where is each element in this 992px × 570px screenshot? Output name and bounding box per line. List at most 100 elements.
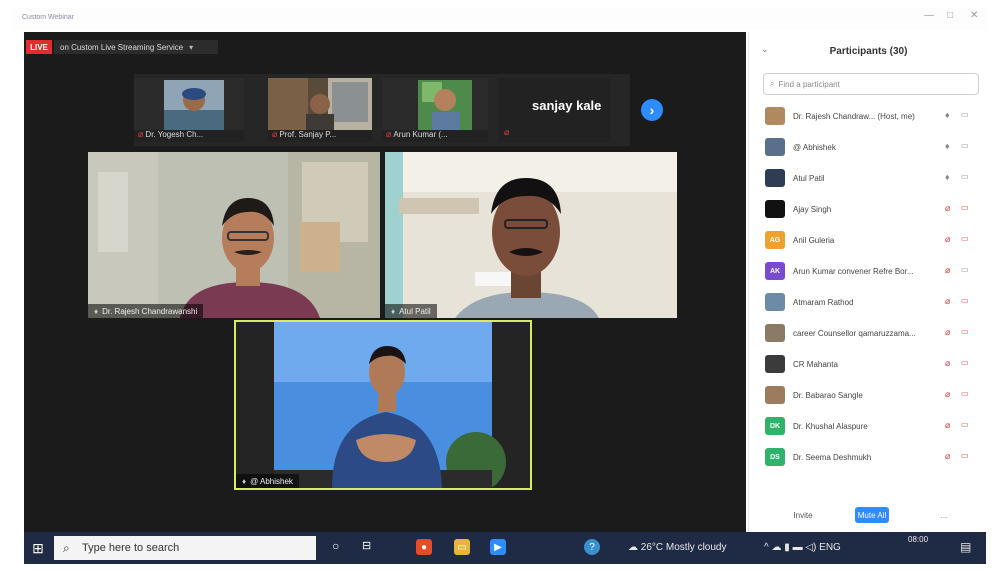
participant-name: @ Abhishek bbox=[793, 143, 836, 152]
video-icon[interactable]: ▭ bbox=[961, 110, 969, 119]
video-tile-name: ♦ Dr. Rajesh Chandrawanshi bbox=[88, 304, 204, 318]
avatar bbox=[765, 386, 785, 404]
video-icon[interactable]: ▭ bbox=[961, 172, 969, 181]
mute-all-button[interactable]: Mute All bbox=[855, 507, 889, 523]
video-off-icon[interactable]: ▭ bbox=[961, 234, 969, 243]
mic-muted-icon[interactable]: ⌀ bbox=[945, 389, 950, 400]
participant-name-display: sanjay kale bbox=[532, 98, 602, 113]
participant-row[interactable]: @ Abhishek ♦ ▭ bbox=[749, 131, 988, 162]
avatar bbox=[765, 200, 785, 218]
search-icon: ⌕ bbox=[770, 79, 775, 88]
help-icon[interactable]: ? bbox=[584, 539, 600, 555]
video-off-icon[interactable]: ▭ bbox=[961, 358, 969, 367]
participant-row[interactable]: Atul Patil ♦ ▭ bbox=[749, 162, 988, 193]
avatar bbox=[765, 355, 785, 373]
next-page-button[interactable]: › bbox=[641, 99, 663, 121]
invite-button[interactable]: Invite bbox=[787, 507, 819, 523]
thumbnail-tile[interactable]: ⌀ Arun Kumar (... bbox=[382, 78, 488, 142]
video-off-icon[interactable]: ▭ bbox=[961, 327, 969, 336]
avatar bbox=[765, 293, 785, 311]
participant-list: Dr. Rajesh Chandraw... (Host, me) ♦ ▭ @ Abh… bbox=[749, 100, 988, 500]
avatar: DS bbox=[765, 448, 785, 466]
file-explorer-icon[interactable]: ▭ bbox=[454, 539, 470, 555]
notifications-icon[interactable]: ▤ bbox=[960, 540, 971, 554]
avatar: AG bbox=[765, 231, 785, 249]
chrome-icon[interactable]: ● bbox=[416, 539, 432, 555]
mic-muted-icon[interactable]: ⌀ bbox=[945, 327, 950, 338]
thumbnail-tile[interactable]: ⌀ Dr. Yogesh Ch... bbox=[134, 78, 244, 142]
windows-taskbar: ⊞ ⌕ Type here to search ○ ⊟ ● ▭ ▶ ? ☁ 26… bbox=[24, 532, 986, 564]
search-icon: ⌕ bbox=[63, 541, 70, 555]
video-icon[interactable]: ▭ bbox=[961, 265, 969, 274]
mic-muted-icon: ⌀ bbox=[386, 129, 392, 139]
video-off-icon[interactable]: ▭ bbox=[961, 420, 969, 429]
volume-icon: ◁) bbox=[805, 542, 817, 553]
mic-icon: ♦ bbox=[242, 476, 247, 486]
video-off-icon[interactable]: ▭ bbox=[961, 203, 969, 212]
participant-row[interactable]: DS Dr. Seema Deshmukh ⌀ ▭ bbox=[749, 441, 988, 472]
participant-row[interactable]: career Counsellor qamaruzzama... ⌀ ▭ bbox=[749, 317, 988, 348]
clock[interactable]: 08:00 bbox=[908, 535, 928, 544]
tray-icons[interactable]: ^ ☁ ▮ ▬ ◁) ENG bbox=[764, 542, 841, 553]
mic-muted-icon[interactable]: ⌀ bbox=[945, 451, 950, 462]
participant-name: Atmaram Rathod bbox=[793, 298, 854, 307]
mic-icon[interactable]: ♦ bbox=[945, 172, 950, 182]
participant-row[interactable]: AK Arun Kumar convener Refre Bor... ⌀ ▭ bbox=[749, 255, 988, 286]
cloud-icon: ☁ bbox=[628, 542, 638, 553]
participant-name: Dr. Rajesh Chandraw... (Host, me) bbox=[793, 112, 915, 121]
participant-row[interactable]: AG Anil Guleria ⌀ ▭ bbox=[749, 224, 988, 255]
mic-muted-icon: ⌀ bbox=[272, 129, 278, 139]
avatar: DK bbox=[765, 417, 785, 435]
active-speaker-tile[interactable]: ♦ @ Abhishek bbox=[234, 320, 532, 490]
wifi-icon: ▬ bbox=[792, 542, 803, 553]
participant-row[interactable]: Atmaram Rathod ⌀ ▭ bbox=[749, 286, 988, 317]
video-off-icon[interactable]: ▭ bbox=[961, 296, 969, 305]
participant-name: ⌀ Prof. Sanjay P... bbox=[272, 129, 337, 139]
video-tile[interactable]: ♦ Dr. Rajesh Chandrawanshi bbox=[88, 152, 380, 318]
mic-muted-icon[interactable]: ⌀ bbox=[945, 203, 950, 214]
more-button[interactable]: ... bbox=[935, 507, 953, 523]
participant-video bbox=[236, 322, 530, 488]
mic-icon[interactable]: ♦ bbox=[945, 141, 950, 151]
mic-icon: ♦ bbox=[391, 306, 396, 316]
zoom-icon[interactable]: ▶ bbox=[490, 539, 506, 555]
participant-name: Ajay Singh bbox=[793, 205, 832, 214]
mic-muted-icon[interactable]: ⌀ bbox=[945, 265, 950, 276]
mic-muted-icon[interactable]: ⌀ bbox=[945, 358, 950, 369]
weather-widget[interactable]: ☁ 26°C Mostly cloudy bbox=[628, 542, 726, 553]
mic-muted-icon[interactable]: ⌀ bbox=[945, 420, 950, 431]
mic-icon[interactable]: ♦ bbox=[945, 110, 950, 120]
participant-row[interactable]: DK Dr. Khushal Alaspure ⌀ ▭ bbox=[749, 410, 988, 441]
close-icon[interactable]: ✕ bbox=[970, 10, 978, 21]
thumbnail-tile[interactable]: ⌀ Prof. Sanjay P... bbox=[268, 78, 372, 142]
minimize-icon[interactable]: — bbox=[924, 10, 934, 21]
thumbnail-tile[interactable]: sanjay kale ⌀ bbox=[498, 78, 610, 142]
participant-video bbox=[88, 152, 380, 318]
video-off-icon[interactable]: ▭ bbox=[961, 389, 969, 398]
chevron-down-icon: ▾ bbox=[189, 42, 194, 52]
participant-name: Dr. Seema Deshmukh bbox=[793, 453, 872, 462]
cortana-icon[interactable]: ○ bbox=[332, 539, 339, 553]
windows-start-icon[interactable]: ⊞ bbox=[30, 540, 46, 556]
participant-video bbox=[385, 152, 677, 318]
network-icon: ☁ bbox=[771, 542, 782, 553]
participant-row[interactable]: Dr. Rajesh Chandraw... (Host, me) ♦ ▭ bbox=[749, 100, 988, 131]
taskbar-search-box[interactable]: ⌕ Type here to search bbox=[54, 536, 316, 560]
video-icon[interactable]: ▭ bbox=[961, 141, 969, 150]
mic-muted-icon[interactable]: ⌀ bbox=[945, 296, 950, 307]
participant-name: CR Mahanta bbox=[793, 360, 838, 369]
task-view-icon[interactable]: ⊟ bbox=[362, 539, 371, 552]
video-tile[interactable]: ♦ Atul Patil bbox=[385, 152, 677, 318]
participant-row[interactable]: Ajay Singh ⌀ ▭ bbox=[749, 193, 988, 224]
video-off-icon[interactable]: ▭ bbox=[961, 451, 969, 460]
participant-row[interactable]: CR Mahanta ⌀ ▭ bbox=[749, 348, 988, 379]
participant-name: ⌀ Arun Kumar (... bbox=[386, 129, 448, 139]
meeting-video-area: LIVE on Custom Live Streaming Service ▾ … bbox=[24, 32, 746, 532]
participant-row[interactable]: Dr. Babarao Sangle ⌀ ▭ bbox=[749, 379, 988, 410]
maximize-icon[interactable]: □ bbox=[947, 10, 953, 21]
mic-muted-icon[interactable]: ⌀ bbox=[945, 234, 950, 245]
avatar: AK bbox=[765, 262, 785, 280]
participant-search-input[interactable]: ⌕ Find a participant bbox=[763, 73, 979, 95]
stream-service-label: on Custom Live Streaming Service bbox=[60, 42, 184, 52]
stream-service-dropdown[interactable]: on Custom Live Streaming Service ▾ bbox=[54, 40, 218, 54]
